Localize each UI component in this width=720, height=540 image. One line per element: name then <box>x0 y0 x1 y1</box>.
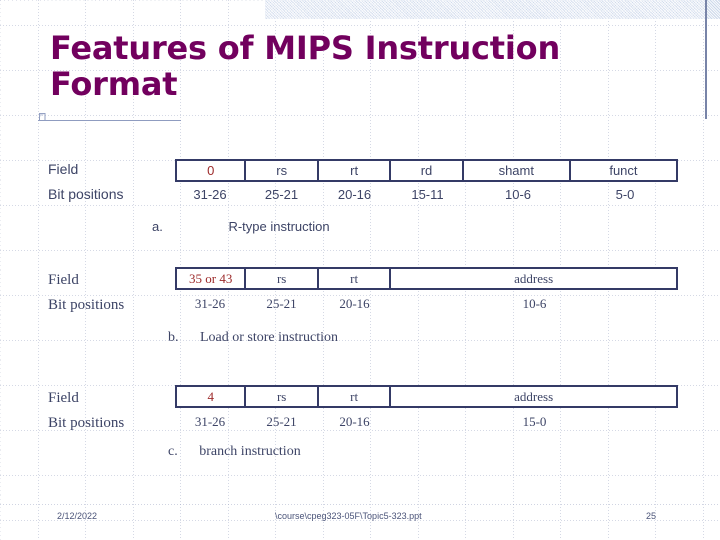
load-store-bits-rs: 25-21 <box>266 296 297 311</box>
load-store-caption-text: Load or store instruction <box>200 330 339 345</box>
branch-cell-rs: rs <box>246 387 319 406</box>
branch-bits-label: Bit positions <box>48 415 125 431</box>
grid-line-h <box>0 340 720 341</box>
r-type-bits-rs: 25-21 <box>264 186 299 202</box>
load-store-cell-rs: rs <box>246 269 319 288</box>
load-store-cell-rt: rt <box>319 269 392 288</box>
r-type-cell-rd: rd <box>391 161 464 180</box>
load-store-caption-letter: b. <box>168 330 179 345</box>
branch-caption-text: branch instruction <box>199 444 301 459</box>
r-type-bits-rt: 20-16 <box>337 186 372 202</box>
grid-line-h <box>0 115 720 116</box>
branch-bits-row: 31-26 25-21 20-16 15-0 <box>175 413 678 431</box>
branch-field-label: Field <box>48 390 79 406</box>
grid-line-h <box>0 25 720 26</box>
r-type-bits-opcode: 31-26 <box>193 186 227 202</box>
load-store-bits-address: 10-6 <box>522 296 547 311</box>
branch-caption-letter: c. <box>168 444 178 459</box>
load-store-bits-opcode: 31-26 <box>194 296 226 311</box>
load-store-bits-label: Bit positions <box>48 297 125 313</box>
r-type-caption-letter: a. <box>152 219 163 234</box>
r-type-bits-label: Bit positions <box>48 186 124 202</box>
grid-line-v <box>38 0 39 540</box>
header-hatch-band-right <box>707 0 720 19</box>
branch-bits-rs: 25-21 <box>266 414 297 429</box>
footer-date: 2/12/2022 <box>57 511 98 521</box>
footer-file-path: \course\cpeg323-05F\Topic5-323.ppt <box>275 511 422 521</box>
branch-cell-address: address <box>514 388 554 404</box>
load-store-cell-opcode: 35 or 43 <box>177 269 247 288</box>
r-type-cell-opcode: 0 <box>177 161 247 180</box>
r-type-format-table: 0 rs rt rd shamt funct <box>175 159 678 182</box>
slide-canvas: Features of MIPS Instruction Format Fiel… <box>0 0 720 540</box>
r-type-cell-rt: rt <box>319 161 392 180</box>
r-type-cell-shamt: shamt <box>464 161 571 180</box>
r-type-cell-rs: rs <box>246 161 319 180</box>
title-flag-icon <box>39 113 46 120</box>
grid-line-v <box>703 0 704 540</box>
grid-line-h <box>0 475 720 476</box>
load-store-bits-rt: 20-16 <box>339 296 370 311</box>
branch-bits-opcode: 31-26 <box>194 414 226 429</box>
r-type-field-label: Field <box>48 161 79 177</box>
r-type-bits-row: 31-26 25-21 20-16 15-11 10-6 5-0 <box>175 185 678 203</box>
branch-format-table: 4 rs rt address <box>175 385 678 408</box>
title-underline <box>38 120 181 121</box>
grid-line-h <box>0 205 720 206</box>
footer-page-number: 25 <box>646 511 657 521</box>
r-type-caption-text: R-type instruction <box>228 219 330 234</box>
load-store-format-table: 35 or 43 rs rt address <box>175 267 678 290</box>
header-hatch-band <box>265 0 720 19</box>
r-type-caption: a. R-type instruction <box>152 219 330 234</box>
branch-bits-address: 15-0 <box>522 414 547 429</box>
page-title: Features of MIPS Instruction Format <box>50 29 561 103</box>
branch-cell-rt: rt <box>319 387 392 406</box>
branch-caption: c. branch instruction <box>168 444 301 460</box>
branch-cell-opcode: 4 <box>177 387 247 406</box>
load-store-field-label: Field <box>48 272 79 288</box>
load-store-bits-row: 31-26 25-21 20-16 10-6 <box>175 295 678 313</box>
header-vertical-rule <box>705 0 707 119</box>
branch-bits-rt: 20-16 <box>339 414 370 429</box>
footer-divider <box>0 504 720 505</box>
r-type-bits-shamt: 10-6 <box>504 186 532 202</box>
grid-line-h <box>0 250 720 251</box>
load-store-cell-address: address <box>514 270 554 286</box>
load-store-caption: b. Load or store instruction <box>168 330 338 346</box>
r-type-cell-funct: funct <box>609 163 638 178</box>
r-type-bits-funct: 5-0 <box>615 186 635 202</box>
r-type-bits-rd: 15-11 <box>411 186 444 202</box>
